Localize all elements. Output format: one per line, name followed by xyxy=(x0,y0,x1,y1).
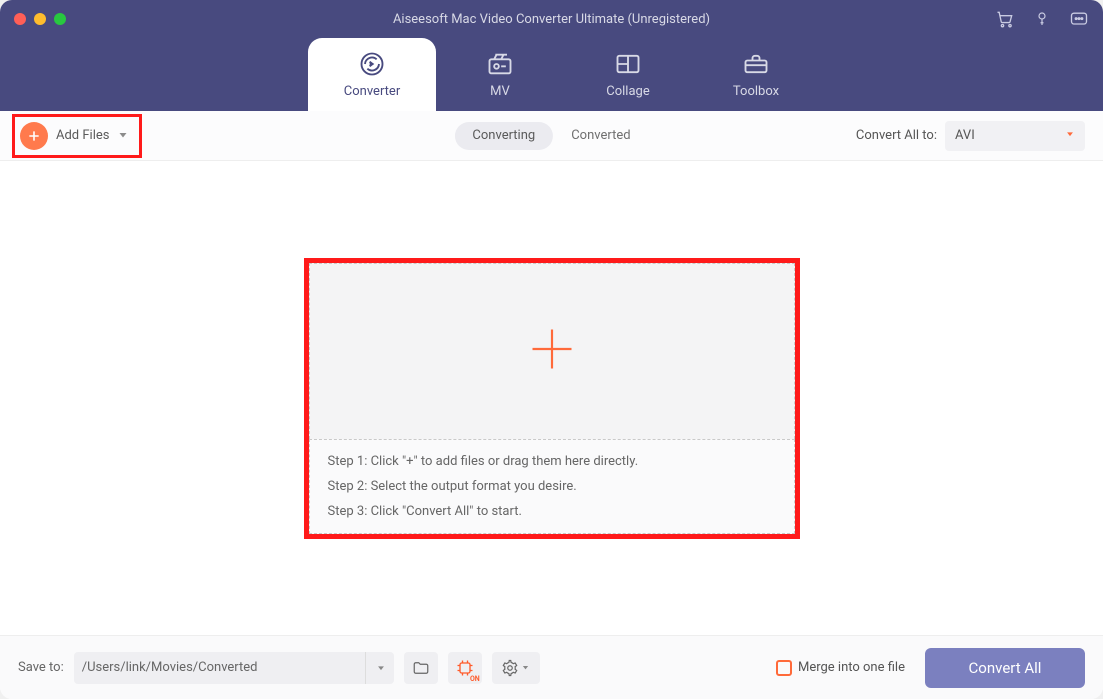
dropdown-triangle-icon xyxy=(1065,128,1075,143)
tab-toolbox-label: Toolbox xyxy=(733,84,779,99)
output-format-value: AVI xyxy=(955,128,975,143)
gpu-on-badge: ON xyxy=(470,675,480,683)
key-icon[interactable] xyxy=(1033,10,1051,28)
tab-collage-label: Collage xyxy=(606,84,649,99)
add-files-label: Add Files xyxy=(56,128,109,143)
conversion-segment: Converting Converted xyxy=(454,122,648,150)
step-1: Step 1: Click "+" to add files or drag t… xyxy=(328,454,776,469)
tab-toolbox[interactable]: Toolbox xyxy=(692,38,820,111)
main-area: Step 1: Click "+" to add files or drag t… xyxy=(0,161,1103,635)
chevron-down-icon xyxy=(521,663,530,672)
feedback-icon[interactable] xyxy=(1069,9,1089,29)
minimize-window-button[interactable] xyxy=(34,13,46,25)
sub-toolbar: Add Files Converting Converted Convert A… xyxy=(0,111,1103,161)
window-title: Aiseesoft Mac Video Converter Ultimate (… xyxy=(0,12,1103,27)
save-to-label: Save to: xyxy=(18,660,64,675)
titlebar-actions xyxy=(995,9,1089,29)
add-files-highlight: Add Files xyxy=(12,114,142,158)
merge-checkbox[interactable]: Merge into one file xyxy=(776,660,905,676)
gpu-accel-button[interactable]: ON xyxy=(448,652,482,684)
tab-collage[interactable]: Collage xyxy=(564,38,692,111)
save-path-select[interactable]: /Users/link/Movies/Converted xyxy=(74,652,394,684)
dropzone[interactable]: Step 1: Click "+" to add files or drag t… xyxy=(309,263,795,534)
convert-all-to-label: Convert All to: xyxy=(856,128,937,143)
dropzone-top[interactable] xyxy=(309,263,795,439)
tab-converter[interactable]: Converter xyxy=(308,38,436,111)
main-tabs: Converter MV Collage Toolbox xyxy=(0,38,1103,111)
open-folder-button[interactable] xyxy=(404,652,438,684)
segment-converted[interactable]: Converted xyxy=(553,122,648,150)
add-files-dropdown-icon[interactable] xyxy=(117,126,129,145)
tab-converter-label: Converter xyxy=(344,84,400,99)
cart-icon[interactable] xyxy=(995,9,1015,29)
tab-mv[interactable]: MV xyxy=(436,38,564,111)
convert-all-button[interactable]: Convert All xyxy=(925,648,1085,688)
step-3: Step 3: Click "Convert All" to start. xyxy=(328,504,776,519)
dropzone-steps: Step 1: Click "+" to add files or drag t… xyxy=(309,439,795,534)
add-files-button[interactable] xyxy=(20,122,48,150)
checkbox-icon xyxy=(776,660,792,676)
app-window: Aiseesoft Mac Video Converter Ultimate (… xyxy=(0,0,1103,699)
maximize-window-button[interactable] xyxy=(54,13,66,25)
dropzone-highlight: Step 1: Click "+" to add files or drag t… xyxy=(304,258,800,539)
step-2: Step 2: Select the output format you des… xyxy=(328,479,776,494)
close-window-button[interactable] xyxy=(14,13,26,25)
tab-mv-label: MV xyxy=(490,84,510,99)
segment-converting[interactable]: Converting xyxy=(454,122,553,150)
save-path-dropdown-icon xyxy=(365,652,386,684)
output-format-select[interactable]: AVI xyxy=(945,121,1085,151)
plus-icon xyxy=(526,323,578,379)
bottom-bar: Save to: /Users/link/Movies/Converted ON… xyxy=(0,635,1103,699)
merge-label: Merge into one file xyxy=(798,660,905,675)
convert-all-to: Convert All to: AVI xyxy=(856,121,1085,151)
title-bar: Aiseesoft Mac Video Converter Ultimate (… xyxy=(0,0,1103,38)
window-controls xyxy=(14,13,66,25)
save-path-value: /Users/link/Movies/Converted xyxy=(82,660,258,675)
settings-button[interactable] xyxy=(492,652,540,684)
